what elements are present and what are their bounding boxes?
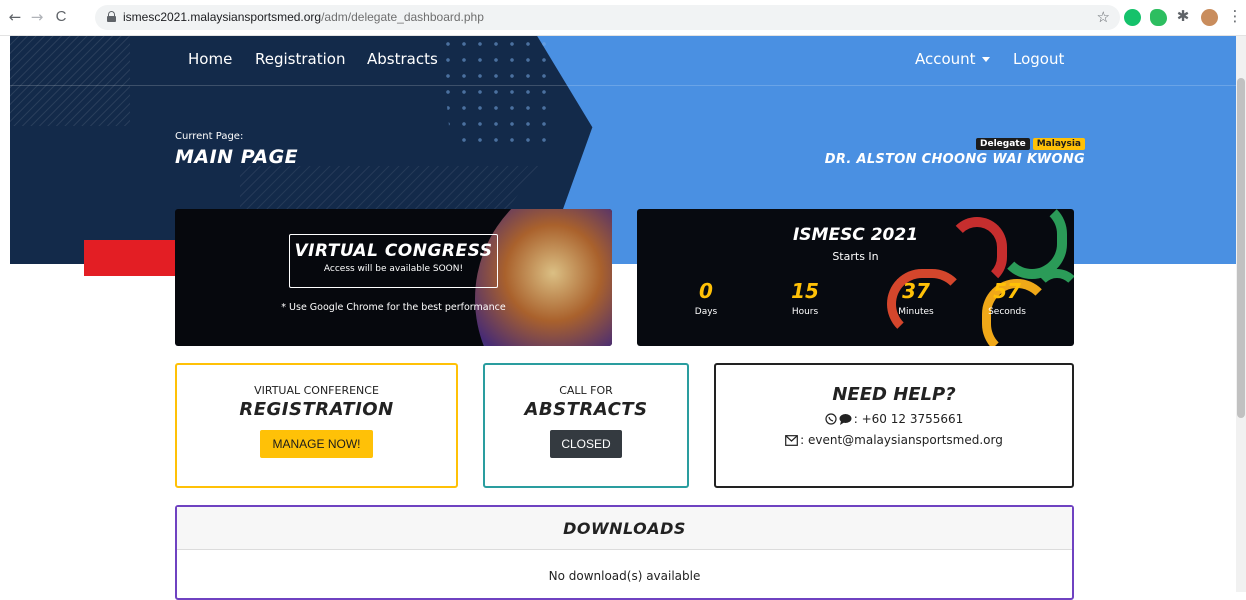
url-host: ismesc2021.malaysiansportsmed.org [123,10,322,24]
help-card: NEED HELP? : +60 12 3755661 : event@mala… [714,363,1074,488]
countdown-card: ISMESC 2021 Starts In 0 Days 15 Hours 37… [637,209,1074,346]
registration-card: VIRTUAL CONFERENCE REGISTRATION MANAGE N… [175,363,458,488]
caret-down-icon [981,57,990,62]
countdown-days-value: 0 [699,279,713,303]
countdown-hours-label: Hours [791,307,819,317]
help-email[interactable]: : event@malaysiansportsmed.org [800,433,1003,447]
countdown-subtitle: Starts In [832,250,879,263]
downloads-title: DOWNLOADS [563,519,686,538]
countdown-seconds: 57 Seconds [967,279,1047,317]
back-button[interactable]: ← [6,8,24,26]
downloads-header: DOWNLOADS [177,507,1072,550]
chat-bubble-icon [839,414,852,425]
reload-button[interactable]: C [52,8,70,26]
help-card-title: NEED HELP? [832,384,956,405]
user-badges: Delegate Malaysia [973,131,1085,150]
registration-card-caption: VIRTUAL CONFERENCE [254,384,379,397]
abstracts-card-caption: CALL FOR [559,384,613,397]
help-email-line: : event@malaysiansportsmed.org [716,433,1072,447]
countdown-days-label: Days [694,307,718,317]
abstracts-closed-button[interactable]: CLOSED [550,430,622,458]
registration-card-title: REGISTRATION [239,399,394,420]
help-phone[interactable]: : +60 12 3755661 [854,412,964,426]
puzzle-extensions-icon[interactable]: ✱ [1174,7,1192,25]
virtual-congress-box: VIRTUAL CONGRESS Access will be availabl… [289,234,498,288]
bookmark-star-icon[interactable]: ☆ [1097,8,1110,26]
page-scrollbar[interactable] [1236,36,1246,592]
nav-account-dropdown[interactable]: Account [915,50,990,68]
virtual-congress-card[interactable]: VIRTUAL CONGRESS Access will be availabl… [175,209,612,346]
countdown-seconds-label: Seconds [988,307,1026,317]
nav-account-label: Account [915,50,976,68]
abstracts-card-title: ABSTRACTS [524,399,648,420]
countdown-seconds-value: 57 [993,279,1021,303]
nav-home[interactable]: Home [188,50,232,68]
countdown-minutes-label: Minutes [898,307,934,317]
lock-icon [107,11,116,22]
country-badge: Malaysia [1032,138,1085,150]
current-page-label: Current Page: [175,131,244,142]
nav-registration[interactable]: Registration [255,50,345,68]
countdown-minutes-value: 37 [902,279,930,303]
abstracts-card: CALL FOR ABSTRACTS CLOSED [483,363,689,488]
countdown-hours-value: 15 [791,279,819,303]
forward-button[interactable]: → [28,8,46,26]
evernote-extension-icon[interactable] [1150,9,1167,26]
downloads-empty-message: No download(s) available [548,569,701,583]
user-name: DR. ALSTON CHOONG WAI KWONG [824,152,1085,167]
more-menu-icon[interactable]: ⋮ [1226,7,1244,25]
whatsapp-icon [825,413,837,425]
hero-dot-pattern [440,36,550,146]
countdown-title: ISMESC 2021 [792,225,919,245]
url-path: /adm/delegate_dashboard.php [321,10,484,24]
profile-avatar[interactable] [1201,9,1218,26]
countdown-days: 0 Days [666,279,746,317]
virtual-congress-subtitle: Access will be available SOON! [323,264,464,274]
hero-divider [10,85,1236,86]
role-badge: Delegate [976,138,1030,150]
nav-logout[interactable]: Logout [1013,50,1064,68]
envelope-icon [785,435,799,446]
scrollbar-thumb[interactable] [1237,78,1245,418]
virtual-congress-title: VIRTUAL CONGRESS [294,241,493,261]
browser-recommendation-note: * Use Google Chrome for the best perform… [281,302,506,313]
browser-toolbar: ← → C ismesc2021.malaysiansportsmed.org/… [0,0,1246,36]
grammarly-extension-icon[interactable] [1124,9,1141,26]
nav-abstracts[interactable]: Abstracts [367,50,438,68]
url-text[interactable]: ismesc2021.malaysiansportsmed.org/adm/de… [123,10,484,24]
countdown-hours: 15 Hours [765,279,845,317]
countdown-minutes: 37 Minutes [876,279,956,317]
hero-stripe-pattern [10,36,130,126]
help-phone-line: : +60 12 3755661 [716,412,1072,426]
address-bar[interactable]: ismesc2021.malaysiansportsmed.org/adm/de… [95,5,1120,30]
downloads-card: DOWNLOADS No download(s) available [175,505,1074,600]
page-title: MAIN PAGE [175,146,299,168]
manage-registration-button[interactable]: MANAGE NOW! [260,430,373,458]
